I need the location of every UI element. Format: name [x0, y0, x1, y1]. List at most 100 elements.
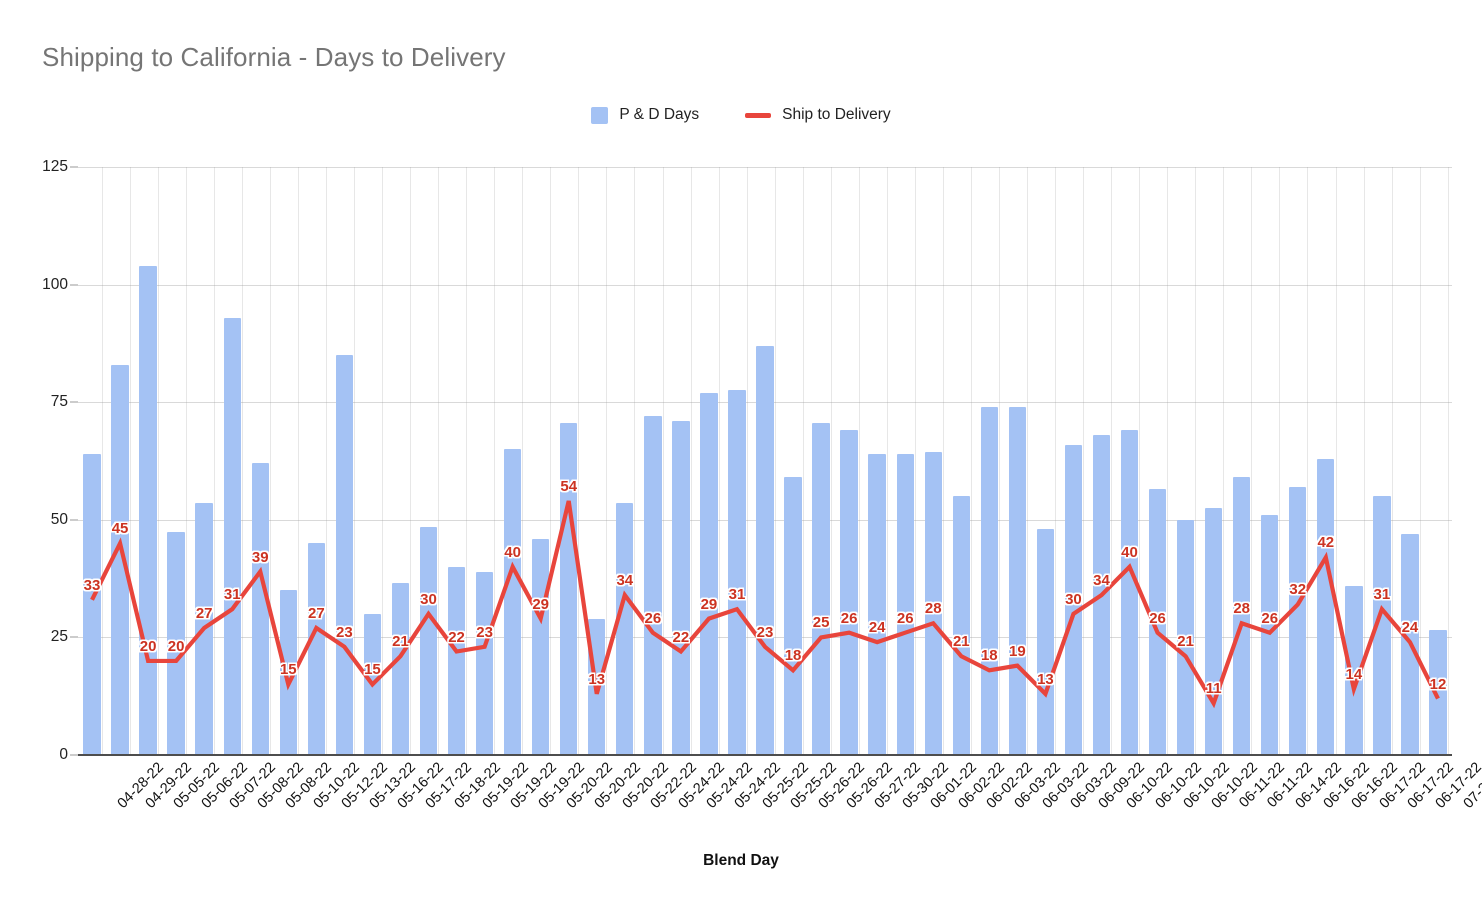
bar-guide-line	[942, 167, 944, 755]
data-point-label: 26	[896, 609, 914, 627]
bar[interactable]	[111, 364, 129, 755]
bar[interactable]	[223, 317, 241, 755]
bar[interactable]	[616, 503, 634, 755]
bar[interactable]	[1261, 515, 1279, 755]
bar-guide-line	[466, 167, 468, 755]
bar[interactable]	[531, 538, 550, 755]
bar[interactable]	[1401, 533, 1419, 755]
data-point-label: 31	[223, 586, 241, 604]
bar[interactable]	[1317, 458, 1335, 755]
bar[interactable]	[560, 423, 578, 755]
bar-guide-line	[1447, 167, 1449, 755]
bar[interactable]	[447, 566, 466, 755]
data-point-label: 31	[728, 586, 746, 604]
bar-guide-line	[1223, 167, 1225, 755]
x-axis-title: Blend Day	[703, 852, 779, 869]
bar-guide-line	[1055, 167, 1057, 755]
bar-guide-line	[858, 167, 860, 755]
bar[interactable]	[1373, 496, 1391, 755]
bar[interactable]	[335, 355, 354, 755]
bar[interactable]	[251, 463, 269, 755]
bar-guide-line	[774, 167, 776, 755]
bar[interactable]	[83, 453, 101, 755]
data-point-label: 29	[700, 595, 718, 613]
bar[interactable]	[700, 392, 718, 755]
bar-guide-line	[746, 167, 748, 755]
data-point-label: 13	[1037, 670, 1054, 688]
bar[interactable]	[307, 543, 326, 755]
data-point-label: 24	[1401, 619, 1419, 637]
bar[interactable]	[1036, 529, 1055, 755]
bar-guide-line	[1279, 167, 1281, 755]
bar[interactable]	[1429, 630, 1447, 755]
data-point-label: 15	[279, 661, 297, 679]
gridline	[78, 284, 1452, 286]
bar-guide-line	[241, 167, 243, 755]
data-point-label: 31	[1373, 586, 1391, 604]
data-point-label: 21	[1177, 633, 1194, 651]
data-point-label: 34	[1093, 572, 1110, 590]
bar[interactable]	[840, 430, 858, 755]
data-point-label: 45	[111, 520, 129, 538]
bar[interactable]	[728, 390, 746, 755]
data-point-label: 28	[1233, 600, 1251, 618]
bar[interactable]	[391, 583, 410, 755]
bar-guide-line	[185, 167, 187, 755]
bar[interactable]	[1204, 508, 1223, 755]
bar-guide-line	[550, 167, 552, 755]
bar-guide-line	[1111, 167, 1113, 755]
bar[interactable]	[868, 453, 886, 755]
bar-guide-line	[1307, 167, 1309, 755]
bar[interactable]	[644, 416, 662, 755]
bar[interactable]	[139, 265, 157, 755]
bar[interactable]	[812, 423, 830, 755]
bar[interactable]	[672, 421, 690, 755]
bar-guide-line	[1335, 167, 1337, 755]
data-point-label: 20	[139, 637, 157, 655]
data-point-label: 21	[952, 633, 970, 651]
bar[interactable]	[419, 526, 438, 755]
bar[interactable]	[1092, 435, 1111, 755]
data-point-label: 32	[1289, 581, 1307, 599]
bar[interactable]	[952, 496, 970, 755]
data-point-label: 21	[392, 633, 409, 651]
data-point-label: 12	[1429, 675, 1447, 693]
bar[interactable]	[1289, 486, 1307, 755]
bar-guide-line	[157, 167, 159, 755]
bar-guide-line	[634, 167, 636, 755]
data-point-label: 26	[840, 609, 858, 627]
plot-area: 33 45 20 20 27 31 39 15 27 23 15 21 30 22 23 40 29 54 13 34…	[78, 167, 1452, 756]
bar-guide-line	[1251, 167, 1253, 755]
data-point-label: 19	[1009, 642, 1026, 660]
bar[interactable]	[1120, 430, 1139, 755]
bar[interactable]	[896, 453, 914, 755]
data-point-label: 27	[308, 604, 325, 622]
bar[interactable]	[784, 477, 802, 755]
bar-guide-line	[886, 167, 888, 755]
data-point-label: 28	[924, 600, 942, 618]
bar[interactable]	[363, 613, 382, 755]
data-point-label: 30	[1065, 590, 1082, 608]
bar-guide-line	[1083, 167, 1085, 755]
bar-guide-line	[297, 167, 299, 755]
bar[interactable]	[503, 449, 522, 755]
bar[interactable]	[1008, 406, 1027, 755]
data-point-label: 26	[1149, 609, 1166, 627]
data-point-label: 54	[560, 477, 578, 495]
bar[interactable]	[195, 503, 213, 755]
bar-guide-line	[522, 167, 524, 755]
data-point-label: 11	[1205, 680, 1222, 698]
bar-guide-line	[1027, 167, 1029, 755]
bar-guide-line	[914, 167, 916, 755]
data-point-label: 25	[812, 614, 830, 632]
data-point-label: 23	[756, 623, 774, 641]
x-axis-tick-labels: 04-28-22 04-29-22 05-05-22 05-06-22 05-07-22…	[78, 758, 1482, 848]
bar-guide-line	[354, 167, 356, 755]
bar-guide-line	[1167, 167, 1169, 755]
bar[interactable]	[980, 406, 998, 755]
bar[interactable]	[756, 345, 774, 755]
data-point-label: 40	[1121, 543, 1138, 561]
bar-guide-line	[326, 167, 328, 755]
bar[interactable]	[475, 571, 494, 755]
bar-guide-line	[662, 167, 664, 755]
